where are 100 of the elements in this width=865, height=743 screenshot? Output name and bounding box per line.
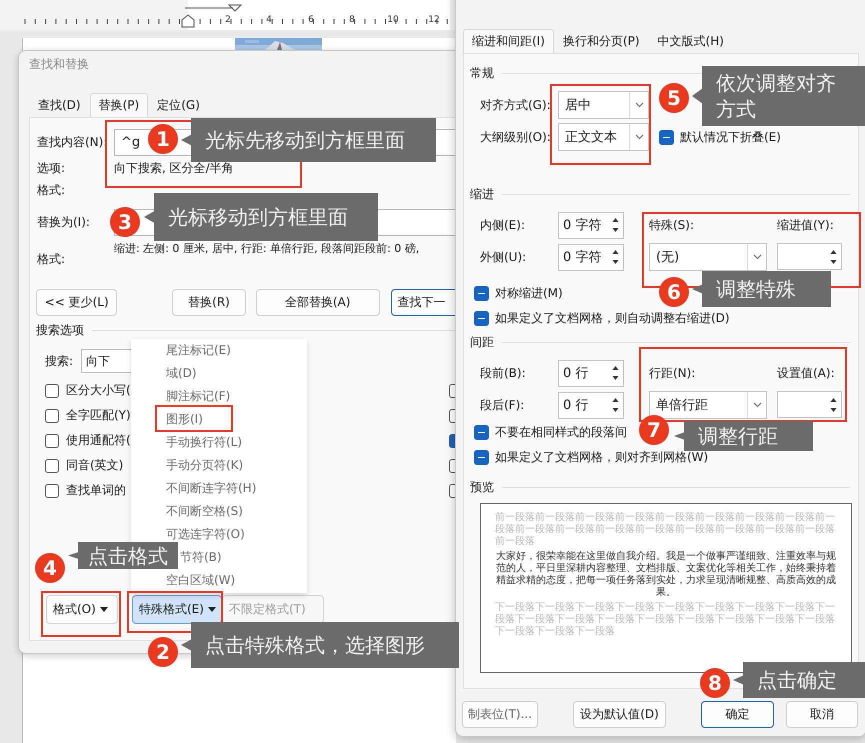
tab[interactable]: 换行和分页(P) <box>554 29 649 53</box>
checkbox[interactable] <box>474 450 489 464</box>
checkbox-label: 使用通配符( <box>66 432 131 449</box>
checkbox-label: 对称缩进(M) <box>495 284 563 302</box>
checkbox-label: 默认情况下折叠(E) <box>680 128 781 146</box>
field-label: 段后(F): <box>480 396 526 414</box>
field-label: 缩进值(Y): <box>777 216 834 234</box>
button[interactable]: 替换(R) <box>172 289 246 316</box>
button[interactable]: 全部替换(A) <box>256 289 380 316</box>
search-direction-select[interactable]: 向下 <box>81 349 132 373</box>
caret-icon <box>100 607 108 612</box>
checkbox-label: 如果定义了文档网格，则对齐到网格(W) <box>495 448 708 466</box>
button[interactable]: 设为默认值(D) <box>573 701 666 728</box>
callout-bubble: 依次调整对齐方式 <box>692 66 865 126</box>
ruler-number: 2 <box>224 15 232 25</box>
button[interactable]: << 更少(L) <box>36 289 118 316</box>
tab[interactable]: 中文版式(H) <box>648 29 733 53</box>
outer-indent-spinner[interactable]: 0 字符 <box>558 244 624 270</box>
checkbox[interactable] <box>474 310 489 326</box>
menu-item[interactable]: 脚注标记(F) <box>131 385 307 408</box>
menu-item[interactable]: 不间断空格(S) <box>131 500 307 523</box>
callout-bubble: 调整特殊 <box>692 271 831 307</box>
callout-bubble: 点击特殊格式，选择图形 <box>181 622 459 668</box>
callout-bubble: 光标移动到方框里面 <box>144 193 378 241</box>
outline-level-select[interactable]: 正文文本 <box>558 123 649 151</box>
menu-item[interactable]: 图形(I) <box>131 408 307 431</box>
button[interactable]: 格式(O) <box>46 595 118 624</box>
checkbox[interactable] <box>45 408 59 422</box>
checkbox-label: 查找单词的 <box>66 482 126 499</box>
spinner-value: 0 字符 <box>562 249 602 266</box>
spinner-value: 0 字符 <box>562 217 602 234</box>
space-after-spinner[interactable]: 0 行 <box>558 392 624 418</box>
tab[interactable]: 缩进和间距(I) <box>463 29 554 53</box>
section-heading: 缩进 <box>470 186 494 202</box>
select-value: 正文文本 <box>564 129 618 146</box>
checkbox[interactable] <box>45 484 59 498</box>
special-indent-select[interactable]: (无) <box>649 243 767 271</box>
preceding-paragraph-text: 前一段落前一段落前一段落前一段落前一段落前一段落前一段落前一段落前一段落前一段落前一段落前一段落前一段落前一段落前一段落前一段落前一段落前一段落 <box>495 512 836 548</box>
menu-item[interactable]: 尾注标记(E) <box>131 339 307 362</box>
menu-item[interactable]: 空白区域(W) <box>131 569 307 592</box>
field-label: 格式: <box>37 182 66 198</box>
field-label: 特殊(S): <box>649 216 696 234</box>
field-label: 对齐方式(G): <box>480 96 552 114</box>
button[interactable]: 确定 <box>701 701 774 728</box>
section-heading: 间距 <box>470 334 494 350</box>
checkbox[interactable] <box>474 286 489 300</box>
inner-indent-spinner[interactable]: 0 字符 <box>558 212 624 238</box>
tab[interactable]: 定位(G) <box>148 93 209 117</box>
button[interactable]: 制表位(T)... <box>462 701 538 728</box>
field-label: 选项: <box>37 160 66 176</box>
alignment-select[interactable]: 居中 <box>558 91 649 119</box>
section-heading: 预览 <box>470 478 494 496</box>
spinner-value: 0 行 <box>562 365 590 382</box>
field-label: 外侧(U): <box>480 248 528 266</box>
space-before-spinner[interactable]: 0 行 <box>558 360 624 386</box>
callout-bubble: 调整行距 <box>674 421 813 451</box>
ruler-number: 12 <box>427 15 441 25</box>
menu-item[interactable]: 不间断连字符(H) <box>131 477 307 500</box>
ruler-number: 4 <box>265 15 273 25</box>
chevron-down-icon <box>634 102 644 108</box>
field-label: 大纲级别(O): <box>480 128 552 146</box>
format-text: 缩进: 左侧: 0 厘米, 居中, 行距: 单倍行距, 段落间距段前: 0 磅, <box>114 241 420 256</box>
select-value: 居中 <box>564 97 592 114</box>
callout-bubble: 点击格式 <box>68 542 178 569</box>
tab[interactable]: 替换(P) <box>90 93 148 117</box>
field-label: 设置值(A): <box>777 364 835 382</box>
checkbox[interactable] <box>45 434 59 448</box>
section-heading: 常规 <box>470 64 494 82</box>
checkbox-label: 区分大小写( <box>66 382 131 399</box>
tab[interactable]: 查找(D) <box>29 93 90 117</box>
chevron-down-icon <box>752 254 762 260</box>
caret-icon <box>208 607 216 612</box>
field-label: 内侧(E): <box>480 216 526 234</box>
checkbox[interactable] <box>659 130 674 144</box>
menu-item[interactable]: 域(D) <box>131 362 307 385</box>
checkbox[interactable] <box>45 458 59 472</box>
select-value: (无) <box>655 249 680 266</box>
field-label: 格式: <box>37 251 66 268</box>
line-spacing-select[interactable]: 单倍行距 <box>649 391 767 419</box>
callout-bubble: 点击确定 <box>733 662 865 698</box>
field-label: 查找内容(N): <box>37 134 108 151</box>
menu-item[interactable]: 手动换行符(L) <box>131 431 307 454</box>
field-label: 行距(N): <box>649 364 696 382</box>
checkbox[interactable] <box>474 424 489 440</box>
ruler-number: 10 <box>386 15 400 25</box>
checkbox-label: 不要在相同样式的段落间 <box>495 424 627 440</box>
checkbox-label: 全字匹配(Y) <box>66 407 131 424</box>
checkbox[interactable] <box>45 384 59 398</box>
field-label: 段前(B): <box>480 364 527 382</box>
field-label: 搜索: <box>45 352 74 370</box>
checkbox-label: 同音(英文) <box>66 457 124 474</box>
ruler-number: 8 <box>348 15 356 25</box>
menu-item[interactable]: 节符(B) <box>180 546 307 569</box>
following-paragraph-text: 下一段落下一段落下一段落下一段落下一段落下一段落下一段落下一段落下一段落下一段落下一段落下一段落下一段落下一段落下一段落下一段落下一段落下一段落下一段落下一段落 <box>495 602 836 638</box>
chevron-down-icon <box>752 402 762 408</box>
menu-item[interactable]: 手动分页符(K) <box>131 454 307 477</box>
options-text: 向下搜索, 区分全/半角 <box>114 160 234 176</box>
button[interactable]: 特殊格式(E) <box>132 595 222 624</box>
section-heading: 搜索选项 <box>36 322 84 338</box>
button[interactable]: 取消 <box>786 701 858 728</box>
